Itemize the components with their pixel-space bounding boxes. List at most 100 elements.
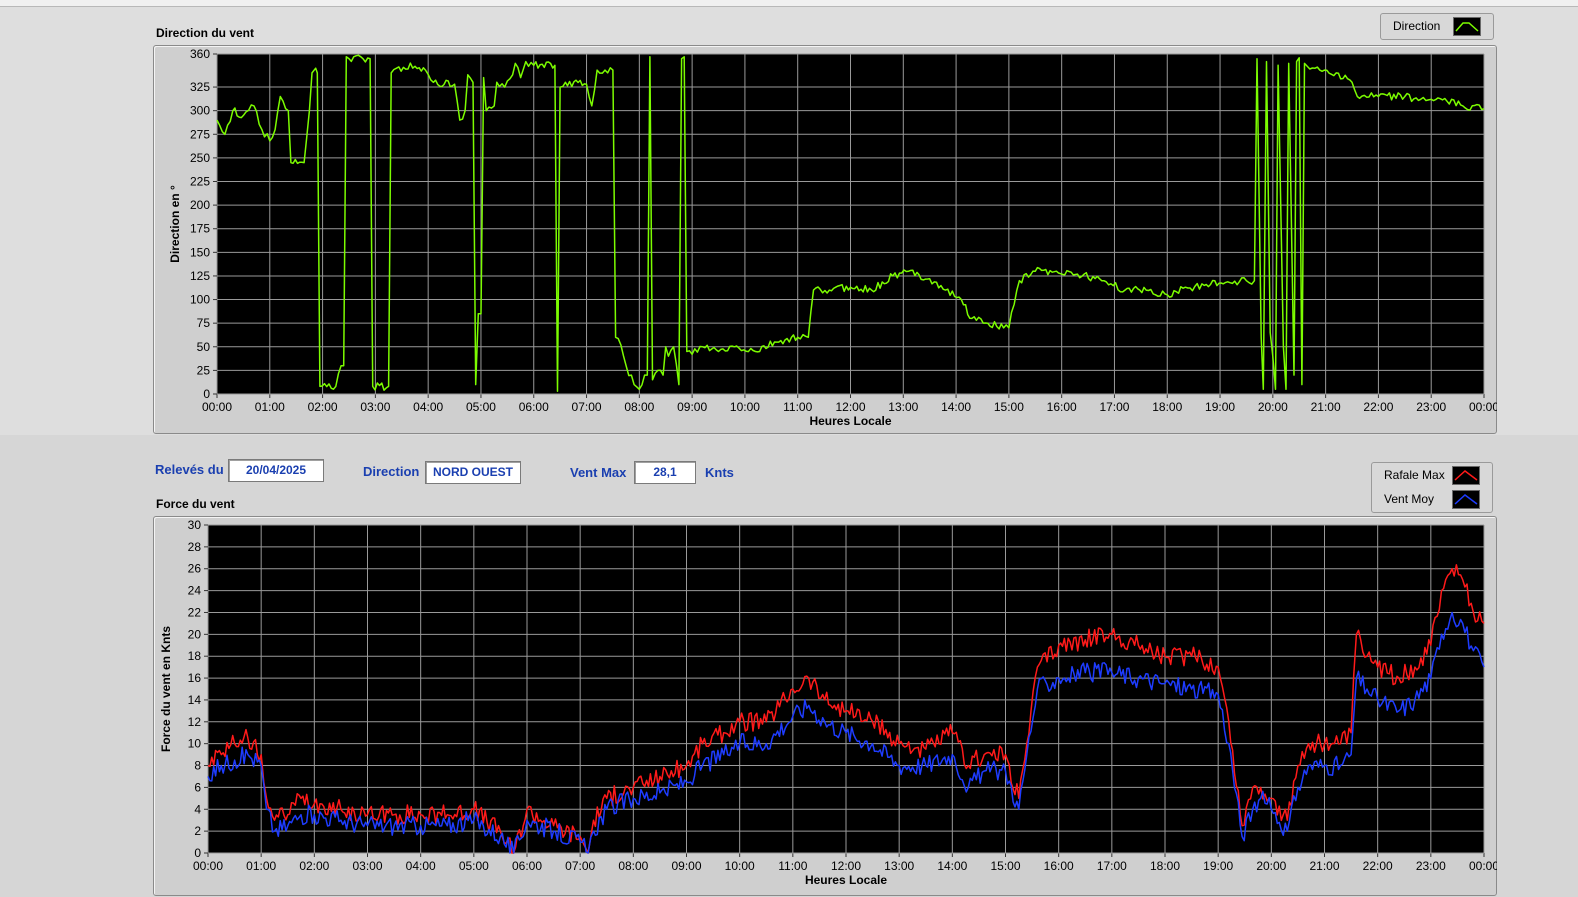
ventmax-unit: Knts <box>705 465 734 480</box>
force-chart-title: Force du vent <box>156 497 235 511</box>
x-tick-label: 05:00 <box>459 859 489 873</box>
x-tick-label: 04:00 <box>406 859 436 873</box>
ventmax-field[interactable]: 28,1 <box>634 461 696 484</box>
x-tick-label: 13:00 <box>888 400 918 414</box>
window-top-band <box>0 0 1578 7</box>
y-tick-label: 150 <box>190 245 210 259</box>
direction-chart: 00:00 01:00 02:00 03:00 04:00 05:00 06:00 07:00… <box>168 47 1497 428</box>
y-tick-label: 16 <box>188 671 202 685</box>
x-tick-label: 20:00 <box>1256 859 1286 873</box>
x-tick-label: 09:00 <box>671 859 701 873</box>
y-tick-label: 275 <box>190 127 210 141</box>
x-tick-label: 11:00 <box>778 859 807 873</box>
x-tick-label: 19:00 <box>1203 859 1233 873</box>
x-tick-label: 12:00 <box>831 859 861 873</box>
legend-swatch-rafale <box>1452 466 1480 485</box>
x-tick-label: 08:00 <box>618 859 648 873</box>
x-tick-label: 00:00 <box>1469 400 1497 414</box>
y-tick-label: 200 <box>190 198 210 212</box>
y-tick-label: 75 <box>197 316 211 330</box>
y-tick-label: 300 <box>190 104 210 118</box>
x-tick-label: 08:00 <box>624 400 654 414</box>
legend-label-moyen: Vent Moy <box>1384 492 1435 506</box>
y-axis-label: Direction en ° <box>168 185 182 263</box>
y-tick-label: 250 <box>190 151 210 165</box>
x-tick-label: 00:00 <box>1469 859 1497 873</box>
legend-swatch-direction <box>1453 17 1481 36</box>
force-chart: 00:00 01:00 02:00 03:00 04:00 05:00 06:00 07:00… <box>159 518 1497 887</box>
x-tick-label: 22:00 <box>1363 859 1393 873</box>
y-tick-label: 360 <box>190 47 210 61</box>
x-tick-label: 02:00 <box>308 400 338 414</box>
direction-label: Direction <box>363 464 420 479</box>
x-tick-label: 01:00 <box>255 400 285 414</box>
x-tick-label: 23:00 <box>1416 400 1446 414</box>
force-legend[interactable]: Rafale Max Vent Moy <box>1371 462 1493 513</box>
y-tick-label: 50 <box>197 340 211 354</box>
x-tick-label: 18:00 <box>1150 859 1180 873</box>
legend-line-direction <box>1455 22 1479 32</box>
x-tick-label: 21:00 <box>1311 400 1341 414</box>
x-tick-label: 17:00 <box>1097 859 1127 873</box>
y-tick-label: 24 <box>188 584 202 598</box>
x-tick-label: 14:00 <box>937 859 967 873</box>
y-tick-label: 8 <box>194 759 201 773</box>
x-tick-label: 00:00 <box>193 859 223 873</box>
y-tick-label: 4 <box>194 802 201 816</box>
x-tick-label: 18:00 <box>1152 400 1182 414</box>
x-tick-label: 20:00 <box>1258 400 1288 414</box>
y-tick-label: 20 <box>188 627 202 641</box>
x-tick-label: 10:00 <box>725 859 755 873</box>
x-tick-label: 06:00 <box>512 859 542 873</box>
legend-swatch-moyen <box>1452 490 1480 509</box>
y-tick-label: 10 <box>188 737 202 751</box>
x-tick-label: 14:00 <box>941 400 971 414</box>
date-label: Relevés du <box>155 462 224 477</box>
x-tick-label: 23:00 <box>1416 859 1446 873</box>
y-tick-label: 175 <box>190 222 210 236</box>
x-tick-label: 03:00 <box>352 859 382 873</box>
legend-label-direction: Direction <box>1393 19 1441 33</box>
legend-label-rafale: Rafale Max <box>1384 468 1445 482</box>
y-tick-label: 14 <box>188 693 202 707</box>
date-field[interactable]: 20/04/2025 <box>228 459 324 482</box>
x-tick-label: 07:00 <box>565 859 595 873</box>
x-tick-label: 13:00 <box>884 859 914 873</box>
y-tick-label: 18 <box>188 649 202 663</box>
y-axis-label: Force du vent en Knts <box>159 626 173 752</box>
x-tick-label: 22:00 <box>1363 400 1393 414</box>
y-tick-label: 25 <box>197 363 211 377</box>
x-tick-label: 12:00 <box>835 400 865 414</box>
y-tick-label: 22 <box>188 605 202 619</box>
direction-field[interactable]: NORD OUEST <box>425 461 521 484</box>
y-tick-label: 125 <box>190 269 210 283</box>
legend-entry-rafale[interactable]: Rafale Max <box>1372 464 1492 486</box>
x-tick-label: 16:00 <box>1047 400 1077 414</box>
legend-entry-direction[interactable]: Direction <box>1381 15 1493 37</box>
y-tick-label: 225 <box>190 175 210 189</box>
direction-chart-title: Direction du vent <box>156 26 255 40</box>
y-tick-label: 12 <box>188 715 202 729</box>
x-tick-label: 07:00 <box>572 400 602 414</box>
y-tick-label: 6 <box>194 780 201 794</box>
x-axis-label: Heures Locale <box>809 414 891 428</box>
x-tick-label: 15:00 <box>990 859 1020 873</box>
x-tick-label: 21:00 <box>1309 859 1339 873</box>
x-tick-label: 01:00 <box>246 859 276 873</box>
x-tick-label: 05:00 <box>466 400 496 414</box>
legend-line-moyen <box>1454 494 1478 505</box>
x-tick-label: 10:00 <box>730 400 760 414</box>
ventmax-label: Vent Max <box>570 465 627 480</box>
legend-entry-moyen[interactable]: Vent Moy <box>1372 488 1492 510</box>
x-tick-label: 11:00 <box>783 400 812 414</box>
x-tick-label: 03:00 <box>360 400 390 414</box>
y-tick-label: 28 <box>188 540 202 554</box>
y-tick-label: 26 <box>188 562 202 576</box>
direction-legend[interactable]: Direction <box>1380 13 1494 40</box>
y-tick-label: 325 <box>190 80 210 94</box>
x-tick-label: 16:00 <box>1044 859 1074 873</box>
x-tick-label: 04:00 <box>413 400 443 414</box>
y-tick-label: 100 <box>190 293 210 307</box>
x-tick-label: 09:00 <box>677 400 707 414</box>
y-tick-label: 0 <box>194 846 201 860</box>
